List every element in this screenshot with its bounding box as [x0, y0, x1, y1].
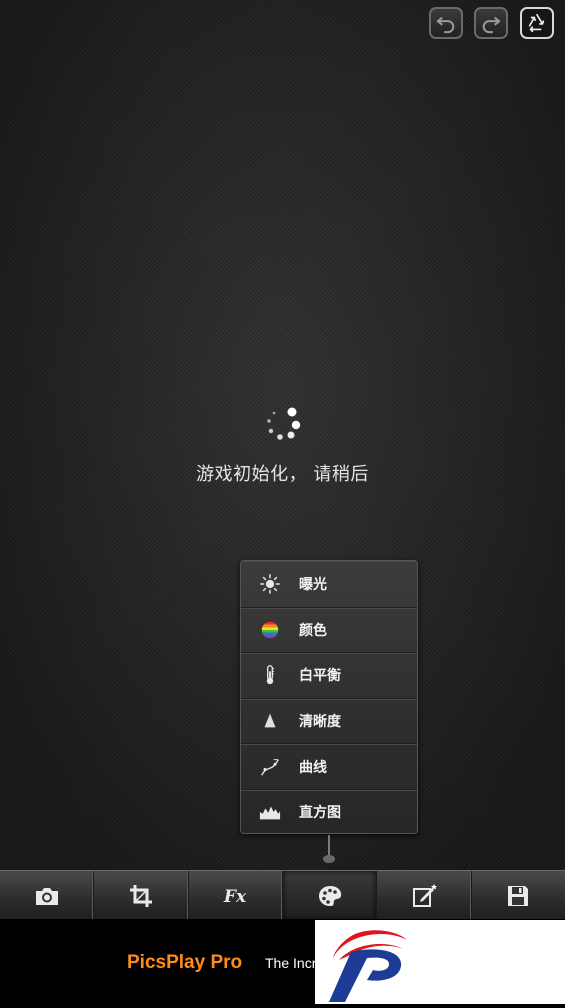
menu-item-histogram[interactable]: 直方图: [241, 788, 417, 833]
curve-icon: [241, 756, 299, 778]
histogram-icon: [241, 801, 299, 823]
menu-item-sharpness[interactable]: 清晰度: [241, 697, 417, 744]
menu-item-label: 直方图: [299, 805, 341, 822]
menu-item-label: 白平衡: [299, 668, 341, 685]
palette-icon: [318, 885, 341, 906]
menu-item-label: 曲线: [299, 759, 327, 776]
ad-logo-image: [315, 920, 565, 1004]
menu-item-label: 曝光: [299, 576, 327, 593]
fx-icon: Fx: [223, 887, 247, 907]
crop-button[interactable]: [94, 871, 189, 920]
undo-button[interactable]: [429, 7, 463, 39]
ad-title: PicsPlay Pro: [127, 952, 243, 973]
redo-button[interactable]: [474, 7, 508, 39]
camera-button[interactable]: [0, 871, 95, 920]
fx-label: Fx: [223, 887, 247, 907]
color-ball-icon: [241, 619, 299, 641]
save-button[interactable]: [472, 871, 565, 920]
triangle-icon: [241, 710, 299, 732]
menu-item-exposure[interactable]: 曝光: [241, 561, 417, 607]
loading-spinner-icon: [267, 407, 301, 440]
menu-item-white-balance[interactable]: 白平衡: [241, 652, 417, 698]
reset-button[interactable]: [520, 7, 554, 39]
adjust-menu: 曝光 颜色 白平衡 清晰度 曲线 直方图: [240, 560, 418, 834]
undo-arrow-icon: [436, 16, 455, 34]
effects-button[interactable]: Fx: [189, 871, 283, 920]
crop-icon: [129, 884, 152, 907]
edit-icon: [412, 883, 437, 907]
logo-icon: [329, 930, 407, 1002]
menu-item-label: 颜色: [299, 622, 327, 639]
thermometer-icon: [241, 664, 299, 686]
menu-pointer: [323, 835, 335, 863]
photo-canvas: 游戏初始化， 请稍后 曝光 颜色 白平衡 清晰度 曲线 直方图: [0, 0, 565, 870]
ad-banner[interactable]: PicsPlay Pro The Incr: [0, 919, 565, 1004]
bottom-toolbar: Fx: [0, 870, 565, 920]
recycle-icon: [528, 13, 545, 33]
redo-arrow-icon: [482, 16, 501, 34]
edit-button[interactable]: [377, 871, 472, 920]
save-icon: [508, 885, 529, 906]
sun-icon: [241, 573, 299, 595]
ad-tagline: The Incr: [265, 955, 317, 971]
adjust-button[interactable]: [282, 871, 378, 920]
menu-item-color[interactable]: 颜色: [241, 606, 417, 653]
loading-message: 游戏初始化， 请稍后: [196, 464, 369, 485]
camera-icon: [35, 887, 58, 905]
menu-item-label: 清晰度: [299, 714, 341, 731]
menu-item-curves[interactable]: 曲线: [241, 743, 417, 789]
